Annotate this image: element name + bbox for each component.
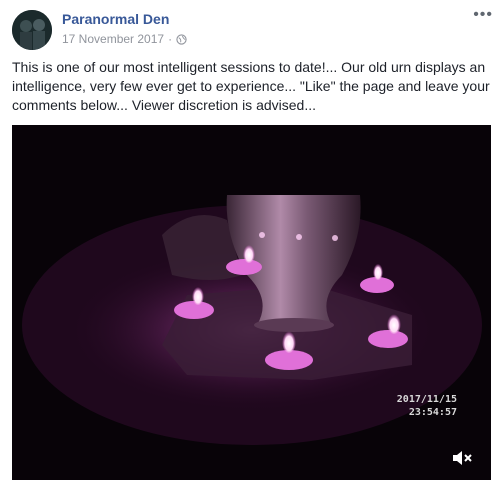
video-frame xyxy=(12,125,491,480)
video-time-overlay: 23:54:57 xyxy=(408,407,457,418)
globe-icon xyxy=(176,33,187,45)
post-text: This is one of our most intelligent sess… xyxy=(12,59,490,113)
more-dots-icon[interactable]: ••• xyxy=(473,7,493,23)
video-player[interactable]: 2017/11/15 23:54:57 xyxy=(12,125,491,480)
video-timestamp: 2017/11/15 23:54:57 xyxy=(397,393,457,419)
volume-muted-icon[interactable] xyxy=(451,450,473,466)
meta-separator: · xyxy=(168,32,173,46)
post-date[interactable]: 17 November 2017 xyxy=(62,32,164,46)
page-name-link[interactable]: Paranormal Den xyxy=(62,11,169,27)
page-avatar[interactable] xyxy=(12,10,52,50)
video-date-overlay: 2017/11/15 xyxy=(396,394,457,405)
post-header: Paranormal Den 17 November 2017 · ••• xyxy=(0,0,503,54)
post-meta: 17 November 2017 · xyxy=(62,32,187,46)
